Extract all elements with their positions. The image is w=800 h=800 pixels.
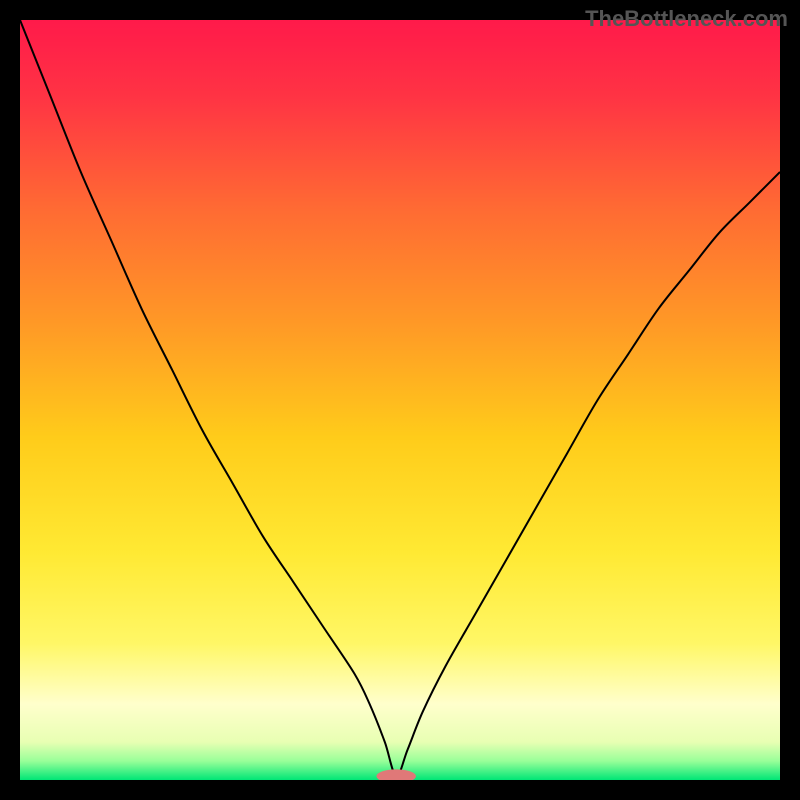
chart-plot-area xyxy=(20,20,780,780)
chart-svg xyxy=(20,20,780,780)
watermark-text: TheBottleneck.com xyxy=(585,6,788,32)
chart-background xyxy=(20,20,780,780)
